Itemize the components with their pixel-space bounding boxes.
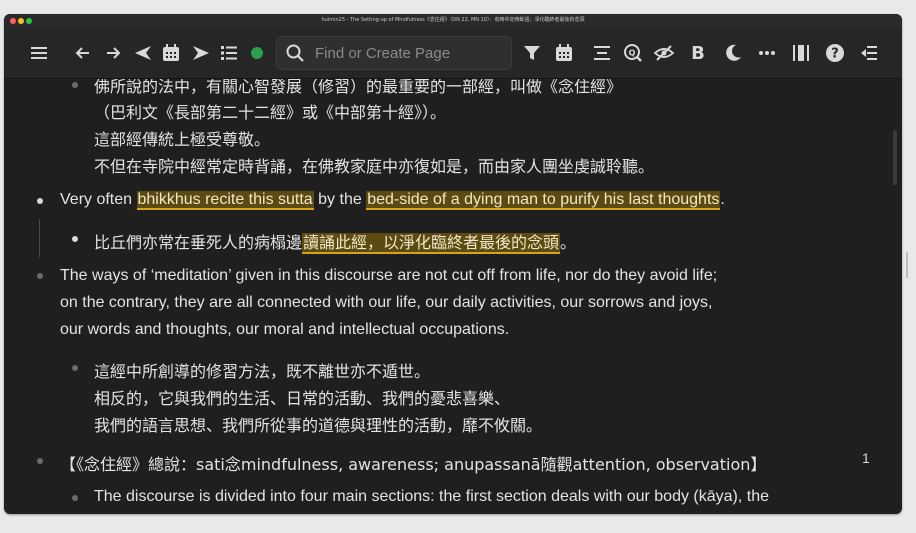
menu-icon[interactable] — [28, 42, 50, 64]
sidebar-icon[interactable] — [790, 42, 812, 64]
search-icon — [285, 43, 305, 63]
filter-icon[interactable] — [521, 42, 543, 64]
help-icon[interactable]: ? — [824, 42, 846, 64]
text-line: 這部經傳統上極受尊敬。 — [94, 130, 271, 149]
list-bullet[interactable] — [72, 495, 78, 501]
forward-arrow-icon[interactable] — [102, 42, 124, 64]
list-bullet[interactable] — [37, 458, 43, 464]
text-span: 比丘們亦常在垂死人的病榻邊 — [94, 233, 303, 252]
align-icon[interactable] — [591, 42, 613, 64]
text-line: on the contrary, they are all connected … — [60, 294, 713, 311]
text-line: 【《念住經》總說：sati念mindfulness, awareness; an… — [60, 455, 767, 474]
paragraph-text: Very often bhikkhus recite this sutta by… — [60, 191, 725, 210]
toolbar: Find or Create Page Q B ? — [4, 28, 902, 79]
search-placeholder: Find or Create Page — [315, 45, 451, 62]
highlighted-text: bed-side of a dying man to purify his la… — [366, 191, 721, 210]
svg-text:?: ? — [831, 47, 839, 62]
text-line: 不但在寺院中經常定時背誦，在佛教家庭中亦復如是，而由家人團坐虔誠聆聽。 — [94, 157, 655, 176]
moon-icon[interactable] — [722, 42, 744, 64]
text-span: by the — [313, 191, 367, 208]
page-content: 佛所說的法中，有關心智發展（修習）的最重要的一部經，叫做《念住經》 （巴利文《長… — [4, 79, 902, 514]
window-title: huimin25 - The Setting-up of Mindfulness… — [321, 17, 585, 23]
hide-icon[interactable] — [653, 42, 675, 64]
text-line: The discourse is divided into four main … — [94, 488, 769, 505]
title-bar: huimin25 - The Setting-up of Mindfulness… — [4, 14, 902, 28]
text-line: 我們的語言思想、我們所從事的道德與理性的活動，靡不攸關。 — [94, 416, 543, 435]
list-bullet[interactable] — [37, 273, 43, 279]
indent-guide — [39, 219, 40, 257]
prev-day-icon[interactable] — [132, 42, 154, 64]
text-line: 佛所說的法中，有關心智發展（修習）的最重要的一部經，叫做《念住經》 — [94, 79, 623, 96]
list-bullet[interactable] — [37, 198, 43, 204]
list-bullet[interactable] — [72, 365, 78, 371]
back-arrow-icon[interactable] — [72, 42, 94, 64]
search-text-icon[interactable]: Q — [622, 42, 644, 64]
highlighted-text: bhikkhus recite this sutta — [136, 191, 314, 210]
scrollbar[interactable] — [893, 130, 897, 185]
text-span: 。 — [560, 233, 577, 252]
list-bullet[interactable] — [72, 236, 78, 242]
svg-text:Q: Q — [629, 49, 636, 58]
calendar-icon[interactable] — [160, 42, 182, 64]
collapse-icon[interactable] — [858, 42, 880, 64]
text-line: 相反的，它與我們的生活、日常的活動、我們的憂悲喜樂、 — [94, 389, 511, 408]
list-icon[interactable] — [218, 42, 240, 64]
paragraph-text: 比丘們亦常在垂死人的病榻邊讀誦此經，以淨化臨終者最後的念頭。 — [94, 229, 577, 254]
search-input[interactable]: Find or Create Page — [276, 36, 512, 70]
text-line: our words and thoughts, our moral and in… — [60, 321, 510, 338]
status-dot-icon — [246, 42, 268, 64]
text-line: The ways of ‘meditation’ given in this d… — [60, 267, 718, 284]
journals-calendar-icon[interactable] — [553, 42, 575, 64]
page-number: 1 — [862, 450, 870, 466]
text-line: （巴利文《長部第二十二經》或《中部第十經》）。 — [94, 103, 447, 122]
more-icon[interactable] — [756, 42, 778, 64]
text-span: . — [720, 191, 725, 208]
text-span: Very often — [60, 191, 137, 208]
highlighted-text: 讀誦此經，以淨化臨終者最後的念頭 — [302, 233, 561, 254]
text-line: 這經中所創導的修習方法，既不離世亦不遁世。 — [94, 362, 431, 381]
list-bullet[interactable] — [72, 82, 78, 88]
resize-handle[interactable] — [906, 252, 908, 278]
next-day-icon[interactable] — [190, 42, 212, 64]
bold-icon[interactable]: B — [687, 42, 709, 64]
